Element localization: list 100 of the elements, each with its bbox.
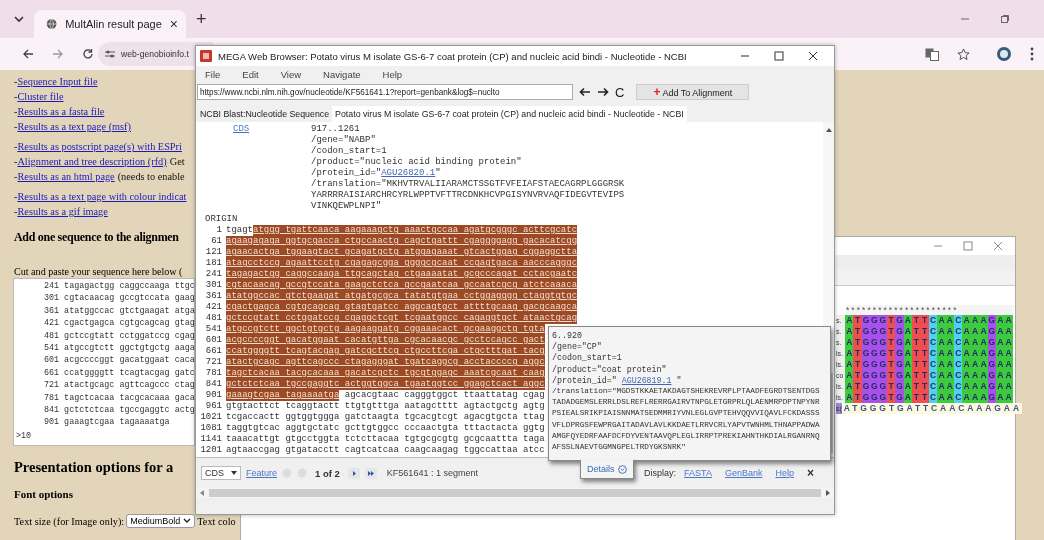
result-link[interactable]: Results as a text page with colour indicat — [17, 191, 187, 202]
horizontal-scrollbar[interactable] — [196, 488, 834, 498]
chevron-down-icon[interactable] — [14, 15, 24, 23]
base-cell: A — [945, 326, 955, 337]
translate-icon[interactable] — [925, 47, 939, 61]
format-link[interactable]: Help — [775, 468, 794, 478]
line-number: 601 — [204, 335, 222, 346]
highlighted-sequence: cgtacaacag gccgtccata gaagctctca gccgaatcaa gccaatcgcg atctcaaaca — [226, 280, 578, 291]
feature-link[interactable]: CDS — [196, 124, 311, 212]
maximize-icon[interactable] — [774, 51, 784, 61]
new-tab-button[interactable]: + — [196, 8, 207, 30]
origin-label: ORIGIN — [204, 214, 239, 225]
line-number: 481 — [204, 313, 222, 324]
scroll-left-icon[interactable] — [200, 490, 204, 496]
result-link[interactable]: Sequence Input file — [17, 76, 98, 87]
close-button[interactable]: × — [807, 466, 814, 480]
feature-line: /codon_start=1 — [552, 352, 623, 364]
base-cell: G — [861, 370, 871, 381]
menu-item[interactable]: Navigate — [323, 68, 361, 80]
base-cell: G — [878, 348, 887, 359]
line-number: 361 — [204, 291, 222, 302]
base-cell: A — [937, 315, 946, 326]
tab-title: MultAlin result page — [65, 18, 162, 30]
last-page-icon[interactable] — [364, 467, 377, 479]
browser-tab[interactable]: MultAlin result page × — [34, 10, 186, 38]
base-cell: T — [912, 359, 921, 370]
caret-icon — [183, 518, 192, 525]
base-cell: T — [886, 348, 896, 359]
base-cell: T — [886, 337, 896, 348]
format-link[interactable]: GenBank — [724, 468, 763, 478]
star-icon[interactable] — [957, 47, 970, 61]
restore-icon[interactable] — [1000, 14, 1010, 24]
protein-link[interactable]: AGU26819.1 — [621, 375, 672, 385]
feature-link[interactable]: Feature — [246, 468, 278, 478]
close-icon[interactable] — [808, 51, 818, 61]
base-cell: A — [937, 326, 946, 337]
base-cell: A — [979, 370, 988, 381]
reload-button[interactable]: C — [615, 84, 631, 100]
format-link[interactable]: FASTA — [684, 468, 712, 478]
base-cell: T — [912, 348, 921, 359]
result-link[interactable]: Results as postscript page(s) with ESPri — [17, 141, 182, 152]
base-cell: C — [928, 337, 938, 348]
base-cell: T — [853, 337, 862, 348]
details-button[interactable]: Details — [580, 460, 634, 479]
highlighted-sequence: agaacactga tggaagtact gcagatgctg atggagaaat gtcactggag cggaggctta — [226, 247, 578, 258]
menu-item[interactable]: Edit — [242, 68, 259, 80]
close-tab-button[interactable]: × — [169, 16, 178, 32]
line-number: 61 — [210, 236, 222, 247]
page-tab[interactable]: Potato virus M isolate GS-6-7 coat protein (CP) and nucleic acid bindi - Nucleotide - NCBI — [332, 106, 687, 122]
result-link[interactable]: Results as a text page (msf) — [17, 121, 131, 132]
base-cell: C — [928, 326, 938, 337]
highlighted-sequence: ccatggggtt tcagtacgag gatcgcttcg ctgccttcga ctgctttgat tacg — [226, 346, 545, 357]
result-link[interactable]: Cluster file — [17, 91, 64, 102]
feature-line: 6..920 — [552, 330, 583, 342]
base-cell: G — [878, 337, 887, 348]
text-size-dropdown[interactable]: MediumBold — [126, 514, 196, 529]
menu-item[interactable]: File — [205, 68, 221, 80]
base-cell: A — [979, 337, 988, 348]
line-number: 1141 — [199, 434, 222, 445]
base-cell: G — [895, 392, 904, 403]
base-cell: C — [954, 359, 963, 370]
profile-icon[interactable] — [996, 46, 1012, 62]
base-cell: G — [861, 392, 871, 403]
page-tab[interactable]: NCBI Blast:Nucleotide Sequence — [197, 106, 333, 122]
scroll-right-icon[interactable] — [826, 490, 830, 496]
sequence-input-field[interactable]: 241 tagagactgg caggccaaga ttgc 301 cgtacaacag gccgtccata gaag 361 atatggccac gtctgaagat atga 421 cgactgagca cgtgcagcag gtag 481 gctccgtatt cctggatccg cgag 541 atgccgtctt ggctgtgctg aaga 601 acgccccggt gacatggaat caca 661 ccatggggtt tcagtacgag gatc 721 atactgcagc agttcagccc ctag 781 tagctcacaa tacgcacaaa gaca 841 gctctctcaa tgccgaggtc actg 901 gaaagtcgaa tagaaaatga >10 — [13, 278, 195, 447]
result-link[interactable]: Results as a fasta file — [17, 106, 105, 117]
next-page-icon[interactable] — [347, 467, 360, 479]
result-link[interactable]: Results as a gif image — [17, 206, 108, 217]
base-cell: C — [954, 392, 963, 403]
base-cell: A — [1004, 326, 1013, 337]
base-cell: T — [853, 348, 862, 359]
menu-icon[interactable] — [1030, 47, 1034, 61]
base-cell: A — [996, 315, 1005, 326]
protein-link[interactable]: AGU26820.1 — [381, 168, 436, 178]
base-cell: A — [979, 348, 988, 359]
base-cell: A — [945, 315, 955, 326]
base-cell: A — [962, 315, 971, 326]
feature-type-dropdown[interactable]: CDS — [201, 466, 241, 480]
back-icon[interactable] — [579, 87, 591, 97]
scroll-up-icon[interactable] — [825, 128, 832, 132]
add-to-alignment-button[interactable]: + Add To Alignment — [636, 84, 750, 100]
base-cell: G — [987, 337, 997, 348]
result-link[interactable]: Results as an html page — [17, 171, 115, 182]
result-link[interactable]: Alignment and tree description (rfd) — [17, 156, 167, 167]
site-settings-icon[interactable] — [104, 49, 116, 59]
link-note: (needs to enable — [117, 171, 185, 182]
highlighted-sequence: gctctctcaa tgccgaggtc actggtggca tgaatggtcc ggagctcact aggc — [226, 379, 545, 390]
reload-icon[interactable] — [82, 48, 94, 60]
base-cell: T — [853, 370, 862, 381]
base-cell: A — [996, 392, 1005, 403]
app-icon — [200, 50, 212, 62]
menu-item[interactable]: View — [280, 68, 302, 80]
scroll-thumb[interactable] — [209, 489, 821, 497]
base-cell: A — [903, 381, 913, 392]
back-icon[interactable] — [22, 48, 34, 60]
forward-icon[interactable] — [597, 87, 609, 97]
menu-item[interactable]: Help — [382, 68, 403, 80]
url-field[interactable]: https://www.ncbi.nlm.nih.gov/nucleotide/KF561641.1?report=genbank&log$=nuclto — [197, 84, 573, 100]
base-cell: C — [928, 315, 938, 326]
